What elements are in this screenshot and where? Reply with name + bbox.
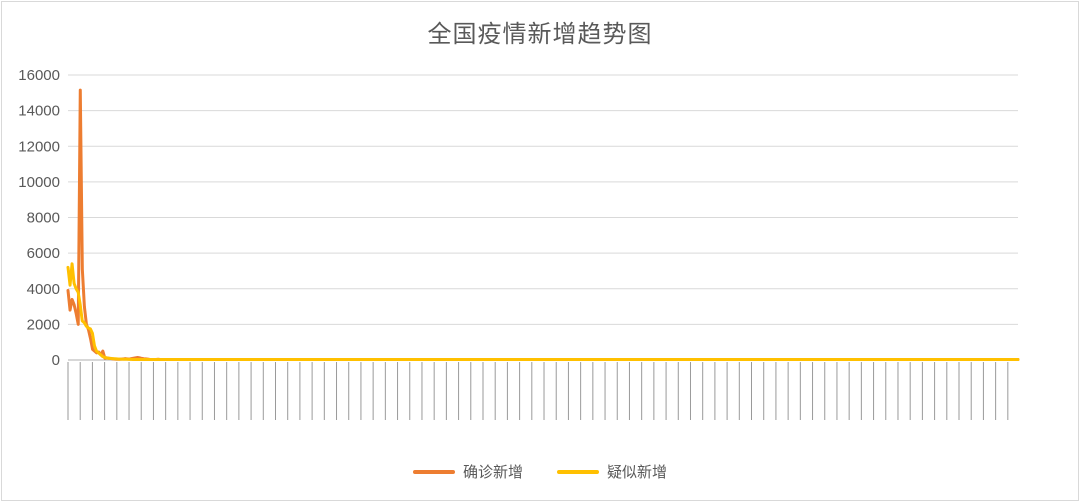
chart-legend: 确诊新增 疑似新增 [0, 461, 1080, 482]
legend-item-suspected: 疑似新增 [557, 461, 667, 482]
series-line-confirmed [66, 88, 1020, 361]
legend-label-confirmed: 确诊新增 [462, 463, 523, 481]
y-tick-label: 10000 [18, 174, 60, 191]
legend-label-suspected: 疑似新增 [607, 463, 668, 481]
legend-swatch-confirmed [412, 469, 455, 474]
y-tick-label: 0 [52, 352, 60, 369]
y-tick-label: 8000 [27, 210, 60, 227]
y-tick-label: 2000 [27, 316, 60, 333]
series-line-suspected [66, 262, 1020, 361]
y-tick-label: 14000 [18, 103, 60, 120]
y-tick-label: 12000 [18, 138, 60, 155]
y-tick-label: 16000 [18, 67, 60, 84]
chart-plot: 0 2000 4000 6000 8000 10000 12000 14000 16000 [18, 67, 1020, 420]
legend-swatch-suspected [557, 469, 599, 474]
y-tick-label: 4000 [27, 281, 60, 298]
legend-item-confirmed: 确诊新增 [412, 461, 523, 482]
y-tick-label: 6000 [27, 245, 60, 262]
